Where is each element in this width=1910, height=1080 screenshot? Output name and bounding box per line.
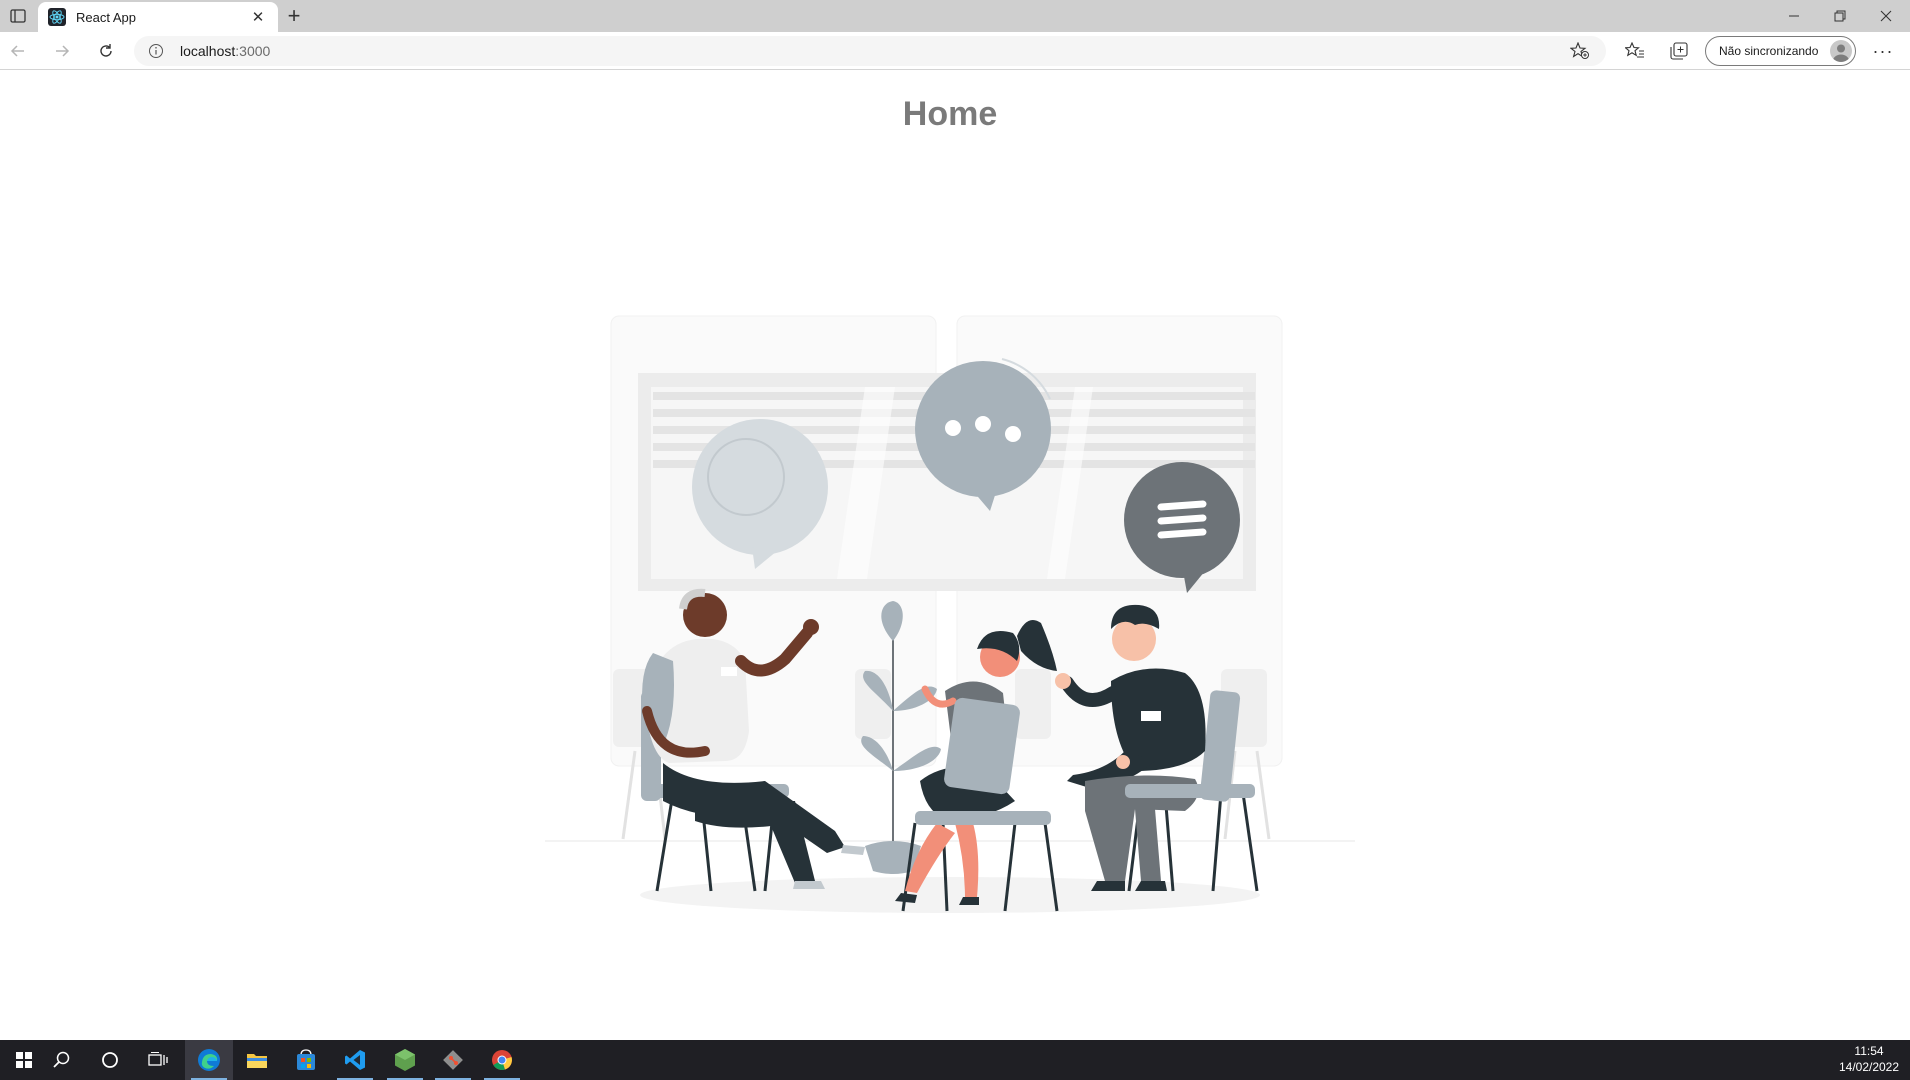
browser-toolbar: localhost:3000 Não sincronizando ··· — [0, 32, 1910, 70]
taskbar-clock[interactable]: 11:54 14/02/2022 — [1834, 1043, 1904, 1075]
page-content: Home — [0, 71, 1910, 1040]
windows-taskbar: 11:54 14/02/2022 — [0, 1040, 1910, 1080]
address-bar[interactable]: localhost:3000 — [134, 36, 1606, 66]
task-view-icon[interactable] — [134, 1040, 182, 1080]
browser-tab-strip: React App ✕ + — [0, 0, 1910, 32]
nodejs-icon[interactable] — [381, 1040, 429, 1080]
chrome-icon[interactable] — [478, 1040, 526, 1080]
sync-status-button[interactable]: Não sincronizando — [1705, 36, 1856, 66]
cortana-icon[interactable] — [86, 1040, 134, 1080]
react-favicon-icon — [48, 8, 66, 26]
search-icon[interactable] — [38, 1040, 86, 1080]
settings-more-icon[interactable]: ··· — [1868, 40, 1898, 62]
clock-time: 11:54 — [1854, 1044, 1884, 1058]
collections-icon[interactable] — [1668, 40, 1690, 62]
tab-title: React App — [76, 9, 136, 25]
close-window-icon[interactable] — [1863, 0, 1909, 32]
browser-tab[interactable]: React App ✕ — [38, 2, 278, 32]
store-icon[interactable] — [282, 1040, 330, 1080]
page-title: Home — [902, 95, 998, 133]
file-explorer-icon[interactable] — [233, 1040, 281, 1080]
site-info-icon[interactable] — [148, 43, 164, 59]
profile-avatar-icon — [1830, 40, 1852, 62]
new-tab-icon[interactable]: + — [282, 3, 306, 28]
tab-actions-icon[interactable] — [4, 4, 32, 28]
conversation-illustration — [545, 241, 1355, 921]
forward-icon[interactable] — [47, 37, 77, 65]
vscode-icon[interactable] — [331, 1040, 379, 1080]
git-icon[interactable] — [429, 1040, 477, 1080]
url-port: :3000 — [235, 43, 271, 59]
refresh-icon[interactable] — [91, 37, 121, 65]
minimize-icon[interactable] — [1771, 0, 1817, 32]
url-host: localhost — [180, 43, 236, 59]
clock-date: 14/02/2022 — [1838, 1060, 1900, 1074]
restore-icon[interactable] — [1817, 0, 1863, 32]
tab-close-icon[interactable]: ✕ — [248, 7, 268, 27]
favorites-icon[interactable] — [1624, 40, 1646, 62]
url-text: localhost:3000 — [180, 43, 270, 59]
sync-status-label: Não sincronizando — [1719, 44, 1819, 58]
edge-icon[interactable] — [185, 1040, 233, 1080]
back-icon[interactable] — [3, 37, 33, 65]
add-favorite-icon[interactable] — [1569, 41, 1590, 60]
